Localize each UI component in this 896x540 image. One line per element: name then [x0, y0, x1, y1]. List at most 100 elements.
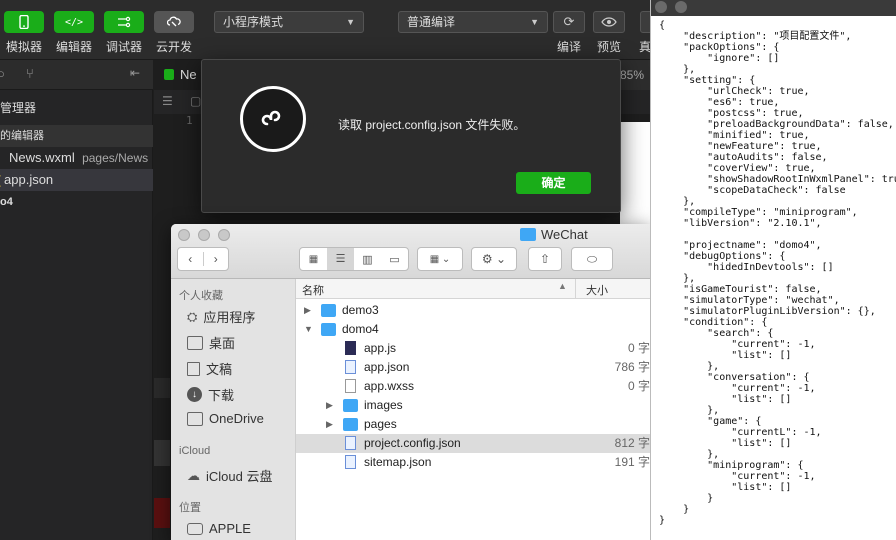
finder-title-text: WeChat: [541, 227, 588, 242]
json-file-icon: {: [0, 173, 1, 187]
gallery-view-button[interactable]: ▭: [381, 253, 408, 266]
sidebar-item-downloads[interactable]: ↓ 下载: [187, 385, 234, 404]
compile-button[interactable]: ⟳: [553, 11, 585, 33]
file-row-app-json[interactable]: app.json 786 字: [296, 358, 650, 377]
share-button[interactable]: ⇧: [528, 247, 562, 271]
branch-icon[interactable]: ⑂: [26, 66, 34, 81]
debugger-label: 调试器: [106, 40, 143, 54]
line-number: 1: [186, 114, 193, 127]
sidebar-item-label: OneDrive: [209, 411, 264, 426]
disclosure-open-icon[interactable]: ▼: [304, 320, 313, 339]
explorer-section-title: 管理器: [0, 101, 37, 115]
real-device-button[interactable]: [640, 11, 650, 33]
column-header-size[interactable]: 大小: [586, 282, 608, 298]
list-view-button[interactable]: ☰: [327, 248, 354, 270]
sidebar-item-applications[interactable]: ⛭ 应用程序: [187, 307, 255, 326]
mode-select[interactable]: 小程序模式 ▼: [214, 11, 364, 33]
file-row-app-js[interactable]: app.js 0 字: [296, 339, 650, 358]
download-icon: ↓: [187, 387, 202, 402]
minimize-viewer-button[interactable]: [675, 1, 687, 13]
action-menu-button[interactable]: ⚙ ⌄: [471, 247, 517, 271]
column-divider: [575, 279, 576, 299]
json-text-viewer: { "description": "项目配置文件", "packOptions"…: [650, 0, 896, 540]
compile-select[interactable]: 普通编译 ▼: [398, 11, 548, 33]
finder-sidebar: 个人收藏 ⛭ 应用程序 桌面 文稿 ↓ 下载 OneDrive iCloud ☁ iC…: [171, 279, 296, 540]
close-viewer-button[interactable]: [655, 1, 667, 13]
minimize-window-button[interactable]: [198, 229, 210, 241]
tag-button[interactable]: ⬭: [571, 247, 613, 271]
debug-panel-tab[interactable]: [154, 440, 170, 466]
file-name: images: [364, 398, 403, 412]
file-row-domo4[interactable]: ▼ domo4: [296, 320, 650, 339]
file-row-pages[interactable]: ▶ pages: [296, 415, 650, 434]
icloud-header: iCloud: [179, 445, 211, 457]
search-icon[interactable]: ○: [0, 66, 5, 81]
miniprogram-logo-icon: [240, 86, 306, 152]
file-row-demo3[interactable]: ▶ demo3: [296, 301, 650, 320]
bookmark-icon[interactable]: ▢: [190, 94, 201, 108]
sidebar-item-documents[interactable]: 文稿: [187, 359, 232, 378]
documents-icon: [187, 361, 200, 376]
phone-icon: [19, 15, 29, 29]
file-list-header: 名称 ▲ 大小: [296, 279, 650, 299]
error-dialog: 读取 project.config.json 文件失败。 确定: [201, 59, 621, 213]
sidebar-item-apple-disk[interactable]: APPLE: [187, 521, 251, 536]
open-file-news-wxml[interactable]: News.wxml pages/News: [0, 147, 153, 169]
project-root-header[interactable]: o4: [0, 191, 153, 213]
debugger-toggle-button[interactable]: [104, 11, 144, 33]
group-by-button[interactable]: ▦ ⌄: [417, 247, 463, 271]
preview-button[interactable]: [593, 11, 625, 33]
explorer-toolbar: ○ ⑂ ⇤: [0, 60, 153, 90]
finder-toolbar: WeChat ‹ › ▦ ☰ ▥ ▭ ▦ ⌄ ⚙ ⌄ ⇧ ⬭: [171, 224, 650, 279]
file-icon: [345, 379, 356, 393]
preview-label: 预览: [597, 40, 622, 54]
list-icon[interactable]: ☰: [162, 94, 173, 108]
column-view-button[interactable]: ▥: [354, 253, 381, 266]
editor-toggle-button[interactable]: </>: [54, 11, 94, 33]
viewer-titlebar: [651, 0, 896, 16]
gear-icon: ⚙ ⌄: [481, 252, 507, 266]
file-name: project.config.json: [364, 436, 461, 450]
file-name: app.js: [364, 341, 397, 355]
cloud-dev-button[interactable]: [154, 11, 194, 33]
open-file-name: News.wxml: [9, 150, 75, 165]
simulator-label: 模拟器: [6, 40, 43, 54]
close-window-button[interactable]: [178, 229, 190, 241]
disclosure-closed-icon[interactable]: ▶: [326, 396, 333, 415]
file-size: 812 字: [614, 436, 650, 450]
sidebar-item-label: 下载: [208, 388, 235, 403]
disclosure-closed-icon[interactable]: ▶: [304, 301, 311, 320]
sidebar-item-label: iCloud 云盘: [206, 469, 273, 484]
file-icon: [345, 341, 356, 355]
forward-button[interactable]: ›: [204, 252, 229, 266]
mode-select-value: 小程序模式: [223, 15, 284, 29]
open-file-path: pages/News: [82, 151, 149, 165]
code-icon: </>: [64, 16, 84, 28]
collapse-panel-icon[interactable]: ⇤: [130, 66, 140, 80]
open-file-app-json[interactable]: {app.json: [0, 169, 153, 191]
file-name: app.wxss: [364, 379, 415, 393]
back-button[interactable]: ‹: [178, 252, 204, 266]
folder-icon: [187, 411, 203, 426]
finder-title: WeChat: [520, 227, 588, 242]
open-editors-header[interactable]: 的编辑器: [0, 125, 153, 147]
column-header-name[interactable]: 名称: [302, 282, 324, 298]
compile-select-value: 普通编译: [407, 15, 456, 29]
file-icon: [345, 436, 356, 450]
cloud-icon: ☁: [187, 467, 200, 483]
file-row-sitemap-json[interactable]: sitemap.json 191 字: [296, 453, 650, 472]
folder-icon: [343, 399, 358, 412]
sidebar-item-icloud-drive[interactable]: ☁ iCloud 云盘: [187, 466, 272, 485]
simulator-toggle-button[interactable]: [4, 11, 44, 33]
dialog-ok-button[interactable]: 确定: [516, 172, 591, 194]
icon-view-button[interactable]: ▦: [300, 254, 327, 265]
dialog-message: 读取 project.config.json 文件失败。: [338, 118, 526, 132]
zoom-window-button[interactable]: [218, 229, 230, 241]
file-row-project-config-json[interactable]: project.config.json 812 字: [296, 434, 650, 453]
file-row-app-wxss[interactable]: app.wxss 0 字: [296, 377, 650, 396]
disclosure-closed-icon[interactable]: ▶: [326, 415, 333, 434]
open-file-name: app.json: [4, 172, 54, 187]
file-row-images[interactable]: ▶ images: [296, 396, 650, 415]
sidebar-item-desktop[interactable]: 桌面: [187, 333, 235, 352]
sidebar-item-onedrive[interactable]: OneDrive: [187, 411, 264, 426]
